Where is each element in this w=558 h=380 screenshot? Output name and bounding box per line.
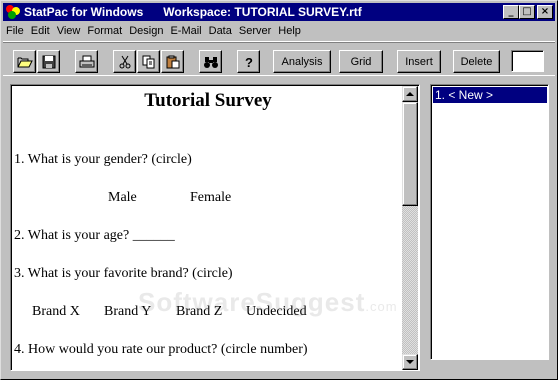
statpac-logo-icon [6, 5, 20, 19]
grid-button-label: Grid [350, 55, 372, 68]
watermark-logo: SoftwareSuggest.com [138, 287, 398, 318]
help-button[interactable]: ? [237, 50, 260, 73]
app-title: StatPac for Windows [24, 5, 144, 19]
copy-icon [142, 55, 154, 68]
scroll-thumb[interactable] [402, 102, 418, 206]
maximize-button[interactable]: □ [519, 5, 535, 19]
menu-edit[interactable]: Edit [28, 25, 53, 37]
menu-help[interactable]: Help [275, 25, 304, 37]
q1-option-male: Male [108, 190, 137, 205]
save-button[interactable] [37, 50, 60, 73]
delete-button[interactable]: Delete [453, 50, 500, 73]
menu-server[interactable]: Server [236, 25, 274, 37]
analysis-button-label: Analysis [281, 55, 323, 68]
question-list[interactable]: 1. < New > [430, 84, 549, 360]
analysis-button[interactable]: Analysis [273, 50, 331, 73]
toolbar: ? Analysis Grid Insert Delete [3, 42, 555, 76]
menu-email[interactable]: E-Mail [167, 25, 204, 37]
arrow-down-icon [406, 360, 414, 364]
question-1: 1. What is your gender? (circle) [14, 152, 192, 167]
q3-option-brand-x: Brand X [32, 304, 80, 319]
watermark-text: SoftwareSuggest [138, 287, 366, 317]
maximize-icon: □ [522, 6, 532, 17]
toolbar-input[interactable] [511, 50, 544, 72]
copy-button[interactable] [137, 50, 160, 73]
print-button[interactable] [75, 50, 98, 73]
cut-button[interactable] [113, 50, 136, 73]
app-window: StatPac for Windows Workspace: TUTORIAL … [0, 0, 558, 380]
paste-button[interactable] [161, 50, 184, 73]
minimize-button[interactable]: _ [503, 5, 519, 19]
q1-option-female: Female [190, 190, 232, 205]
open-button[interactable] [13, 50, 36, 73]
close-icon: × [540, 6, 550, 17]
document-content[interactable]: Tutorial Survey 1. What is your gender? … [12, 86, 404, 370]
menu-format[interactable]: Format [84, 25, 125, 37]
find-button[interactable] [199, 50, 222, 73]
window-controls: _ □ × [503, 5, 553, 19]
open-folder-icon [17, 57, 33, 67]
scroll-up-button[interactable] [402, 86, 418, 102]
document-editor[interactable]: Tutorial Survey 1. What is your gender? … [10, 84, 420, 371]
cut-icon [119, 55, 130, 68]
print-icon [79, 55, 94, 67]
document-title: Tutorial Survey [144, 90, 272, 111]
menu-design[interactable]: Design [126, 25, 166, 37]
question-4: 4. How would you rate our product? (circ… [14, 342, 308, 357]
help-icon: ? [245, 55, 253, 69]
menu-data[interactable]: Data [206, 25, 235, 37]
watermark-tld: .com [365, 299, 398, 314]
question-2: 2. What is your age? ______ [14, 228, 175, 243]
close-button[interactable]: × [537, 5, 553, 19]
paste-icon [166, 55, 179, 68]
arrow-up-icon [406, 92, 414, 96]
title-bar[interactable]: StatPac for Windows Workspace: TUTORIAL … [3, 3, 555, 21]
document-scrollbar[interactable] [402, 86, 418, 370]
menu-file[interactable]: File [3, 25, 27, 37]
insert-button-label: Insert [405, 55, 433, 68]
save-icon [42, 55, 55, 68]
binoculars-icon [203, 56, 218, 68]
grid-button[interactable]: Grid [339, 50, 383, 73]
question-3: 3. What is your favorite brand? (circle) [14, 266, 233, 281]
minimize-icon: _ [508, 6, 514, 17]
svg-text:?: ? [245, 55, 253, 69]
menu-view[interactable]: View [54, 25, 84, 37]
list-item[interactable]: 1. < New > [433, 87, 547, 103]
scroll-down-button[interactable] [402, 354, 418, 370]
insert-button[interactable]: Insert [397, 50, 441, 73]
menu-bar: File Edit View Format Design E-Mail Data… [3, 22, 555, 40]
workspace-title: Workspace: TUTORIAL SURVEY.rtf [163, 5, 362, 19]
delete-button-label: Delete [460, 55, 493, 68]
